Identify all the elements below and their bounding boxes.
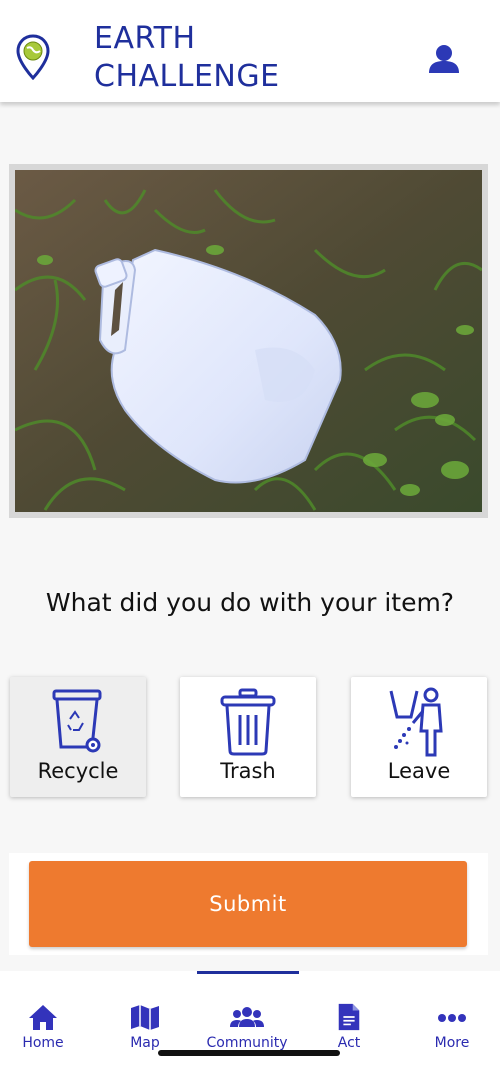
recycle-bin-icon: [52, 689, 102, 753]
item-photo: [9, 164, 488, 518]
tab-community-label: Community: [206, 1035, 288, 1051]
tab-community[interactable]: Community: [202, 1003, 292, 1051]
leave-option[interactable]: Leave: [351, 677, 487, 797]
tab-act[interactable]: Act: [304, 1003, 394, 1051]
tab-home-label: Home: [22, 1035, 64, 1051]
question-text: What did you do with your item?: [45, 588, 455, 617]
user-icon[interactable]: [428, 44, 460, 74]
more-icon: [438, 1014, 466, 1022]
trash-can-icon: [220, 688, 276, 756]
community-icon: [230, 1007, 264, 1027]
map-icon: [131, 1005, 159, 1030]
document-icon: [338, 1003, 360, 1031]
plastic-jug-photo: [15, 170, 482, 512]
app-header: EARTH CHALLENGE: [0, 0, 500, 102]
app-title: EARTH CHALLENGE: [94, 20, 280, 96]
app-title-line-1: EARTH: [94, 21, 196, 56]
leave-label: Leave: [387, 759, 451, 783]
trash-label: Trash: [220, 759, 276, 783]
map-pin-globe-icon: [16, 34, 50, 80]
home-icon: [29, 1005, 57, 1030]
tab-map[interactable]: Map: [100, 1003, 190, 1051]
tab-more-label: More: [434, 1035, 470, 1051]
tab-act-label: Act: [337, 1035, 361, 1051]
recycle-option[interactable]: Recycle: [10, 677, 146, 797]
tab-more[interactable]: More: [407, 1003, 497, 1051]
tab-home[interactable]: Home: [0, 1003, 88, 1051]
active-tab-indicator: [197, 971, 299, 974]
recycle-label: Recycle: [37, 759, 119, 783]
litter-person-icon: [389, 687, 443, 757]
trash-option[interactable]: Trash: [180, 677, 316, 797]
tab-map-label: Map: [130, 1035, 160, 1051]
submit-button[interactable]: Submit: [29, 861, 467, 947]
app-title-line-2: CHALLENGE: [94, 59, 280, 94]
home-indicator[interactable]: [158, 1050, 340, 1056]
submit-container: Submit: [9, 853, 488, 955]
